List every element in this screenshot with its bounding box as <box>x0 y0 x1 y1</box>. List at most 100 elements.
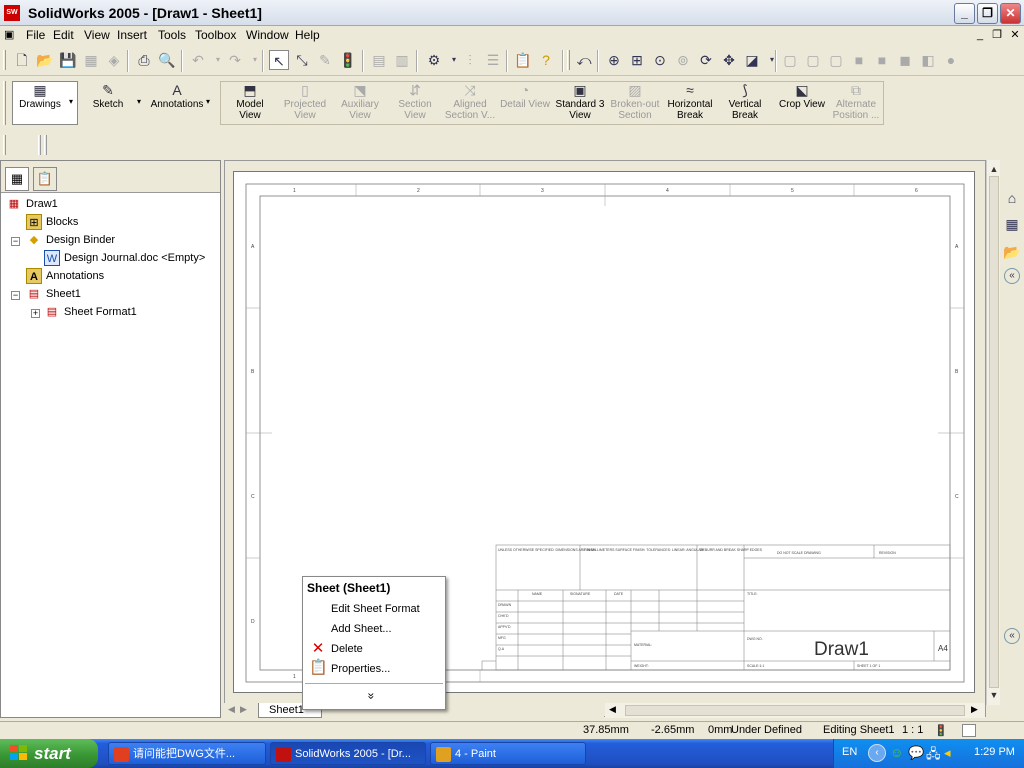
doc-close-button[interactable]: ✕ <box>1008 28 1022 42</box>
new-icon[interactable]: 🗋 <box>12 50 32 70</box>
print-preview-icon[interactable]: 🔍 <box>157 50 177 70</box>
sheet1-collapse-icon[interactable]: − <box>11 291 20 300</box>
pan-icon[interactable]: ✥ <box>719 50 739 70</box>
menu-edit[interactable]: Edit <box>53 28 74 42</box>
menu-file[interactable]: File <box>26 28 45 42</box>
realview-icon[interactable]: ● <box>941 50 961 70</box>
design-binder-collapse-icon[interactable]: − <box>11 237 20 246</box>
close-button[interactable]: ✕ <box>1000 3 1021 24</box>
tree-item-annotations[interactable]: A Annotations <box>26 267 104 285</box>
standard-3-view-button[interactable]: ▣ Standard 3 View <box>552 81 608 129</box>
scroll-left-icon[interactable]: ◀ <box>609 704 616 715</box>
view-orientation-icon[interactable]: ◪ <box>742 50 762 70</box>
sketch-button[interactable]: ✎ Sketch <box>80 81 136 129</box>
tree-item-blocks[interactable]: ⊞ Blocks <box>26 213 78 231</box>
annotations-dropdown-icon[interactable]: ▾ <box>206 97 210 106</box>
zoom-in-out-icon[interactable]: ⊙ <box>650 50 670 70</box>
annotations-button[interactable]: A Annotations <box>146 81 208 129</box>
rotate-view-icon[interactable]: ⟳ <box>696 50 716 70</box>
doc-minimize-button[interactable]: _ <box>973 28 987 42</box>
doc-restore-button[interactable]: ❐ <box>990 28 1004 42</box>
rebuild-icon[interactable]: 🚦 <box>338 50 358 70</box>
menu-item-add-sheet[interactable]: Add Sheet... <box>331 623 392 635</box>
vertical-scrollbar[interactable]: ▲ ▼ <box>986 160 1000 705</box>
file-explorer-icon[interactable]: 📂 <box>1002 242 1022 262</box>
tree-root-draw1[interactable]: ▦ Draw1 <box>6 195 58 213</box>
collapse-task-pane-icon[interactable]: « <box>1004 628 1020 644</box>
save-icon[interactable]: 💾 <box>58 50 78 70</box>
drawings-dropdown-icon[interactable]: ▾ <box>69 97 73 106</box>
section-view-icon[interactable]: ◧ <box>918 50 938 70</box>
open-icon[interactable]: 📂 <box>35 50 55 70</box>
scroll-right-icon[interactable]: ▶ <box>971 704 978 715</box>
document-menu-icon[interactable]: ▣ <box>4 28 14 41</box>
zoom-to-area-icon[interactable]: ⊞ <box>627 50 647 70</box>
section-view-button[interactable]: ⇵ Section View <box>387 81 443 129</box>
menu-toolbox[interactable]: Toolbox <box>195 28 236 42</box>
vertical-scroll-thumb[interactable] <box>989 176 999 688</box>
sketch-dropdown-icon[interactable]: ▾ <box>137 97 141 106</box>
projected-view-button[interactable]: ▯ Projected View <box>277 81 333 129</box>
broken-out-section-button[interactable]: ▨ Broken-out Section <box>607 81 663 129</box>
rebuild-status-icon[interactable]: 🚦 <box>934 724 948 737</box>
make-assembly-icon[interactable]: ◈ <box>104 50 124 70</box>
property-manager-tab[interactable]: 📋 <box>33 167 57 191</box>
alternate-position-view-button[interactable]: ⧉ Alternate Position ... <box>828 81 884 129</box>
minimize-button[interactable]: _ <box>954 3 975 24</box>
expand-task-pane-icon[interactable]: « <box>1004 268 1020 284</box>
zoom-to-fit-icon[interactable]: ⊕ <box>604 50 624 70</box>
sketch-icon[interactable]: ✎ <box>315 50 335 70</box>
scroll-down-icon[interactable]: ▼ <box>987 688 1001 702</box>
network-icon[interactable]: 🖧 <box>926 745 941 767</box>
sheet-format-expand-icon[interactable]: + <box>31 309 40 318</box>
previous-view-icon[interactable]: ⤺ <box>574 50 594 70</box>
language-indicator[interactable]: EN <box>842 746 857 758</box>
undo-icon[interactable]: ↶ <box>188 50 208 70</box>
select-icon[interactable]: ↖ <box>269 50 289 70</box>
layer-icon[interactable]: ▥ <box>392 50 412 70</box>
solidworks-icon[interactable]: SW <box>4 5 20 21</box>
chat-icon[interactable]: 💬 <box>908 745 924 761</box>
wireframe-icon[interactable]: ▢ <box>780 50 800 70</box>
aligned-section-view-button[interactable]: ⤨ Aligned Section V... <box>442 81 498 129</box>
shadows-icon[interactable]: ◼ <box>895 50 915 70</box>
hidden-lines-removed-icon[interactable]: ▢ <box>826 50 846 70</box>
solidworks-resources-icon[interactable]: ⌂ <box>1002 188 1022 208</box>
select-other-icon[interactable]: ⤡ <box>292 50 312 70</box>
drawings-button[interactable]: ▦ Drawings <box>12 81 68 129</box>
menu-tools[interactable]: Tools <box>158 28 186 42</box>
view-orientation-dropdown-icon[interactable]: ▾ <box>762 50 782 70</box>
make-drawing-icon[interactable]: ▦ <box>81 50 101 70</box>
list-icon[interactable]: ☰ <box>483 50 503 70</box>
tree-item-design-journal[interactable]: W Design Journal.doc <Empty> <box>44 249 205 267</box>
options-icon[interactable]: 📋 <box>513 50 533 70</box>
menu-view[interactable]: View <box>84 28 110 42</box>
tree-item-design-binder[interactable]: ◆ Design Binder <box>26 231 115 249</box>
crop-view-button[interactable]: ⬕ Crop View <box>772 81 832 129</box>
hidden-lines-visible-icon[interactable]: ▢ <box>803 50 823 70</box>
help-icon[interactable]: ? <box>536 50 556 70</box>
menu-help[interactable]: Help <box>295 28 320 42</box>
messenger-icon[interactable]: ☺ <box>890 745 903 760</box>
expand-menu-icon[interactable]: » <box>364 693 378 700</box>
align-icon[interactable]: ⫶ <box>460 50 480 70</box>
menu-item-delete[interactable]: Delete <box>331 643 363 655</box>
drafting-standard-icon[interactable]: ⚙ <box>424 50 444 70</box>
redo-icon[interactable]: ↷ <box>225 50 245 70</box>
zoom-selection-icon[interactable]: ⊚ <box>673 50 693 70</box>
detail-view-button[interactable]: ◔ Detail View <box>497 81 553 129</box>
menu-item-edit-sheet-format[interactable]: Edit Sheet Format <box>331 603 420 615</box>
taskbar-item-paint[interactable]: 4 - Paint <box>430 742 586 765</box>
tree-item-sheet1[interactable]: ▤ Sheet1 <box>26 285 81 303</box>
menu-insert[interactable]: Insert <box>117 28 147 42</box>
taskbar-item-solidworks[interactable]: SolidWorks 2005 - [Dr... <box>270 742 426 765</box>
tree-item-sheet-format1[interactable]: ▤ Sheet Format1 <box>44 303 137 321</box>
show-hidden-icons-icon[interactable]: ‹ <box>868 744 886 762</box>
menu-item-properties[interactable]: Properties... <box>331 663 390 675</box>
horizontal-scrollbar[interactable]: ◀ ▶ <box>605 703 985 718</box>
shaded-icon[interactable]: ■ <box>872 50 892 70</box>
design-library-icon[interactable]: ▦ <box>1002 214 1022 234</box>
menu-window[interactable]: Window <box>246 28 289 42</box>
last-sheet-icon[interactable]: ▶ <box>240 704 247 715</box>
auxiliary-view-button[interactable]: ⬔ Auxiliary View <box>332 81 388 129</box>
